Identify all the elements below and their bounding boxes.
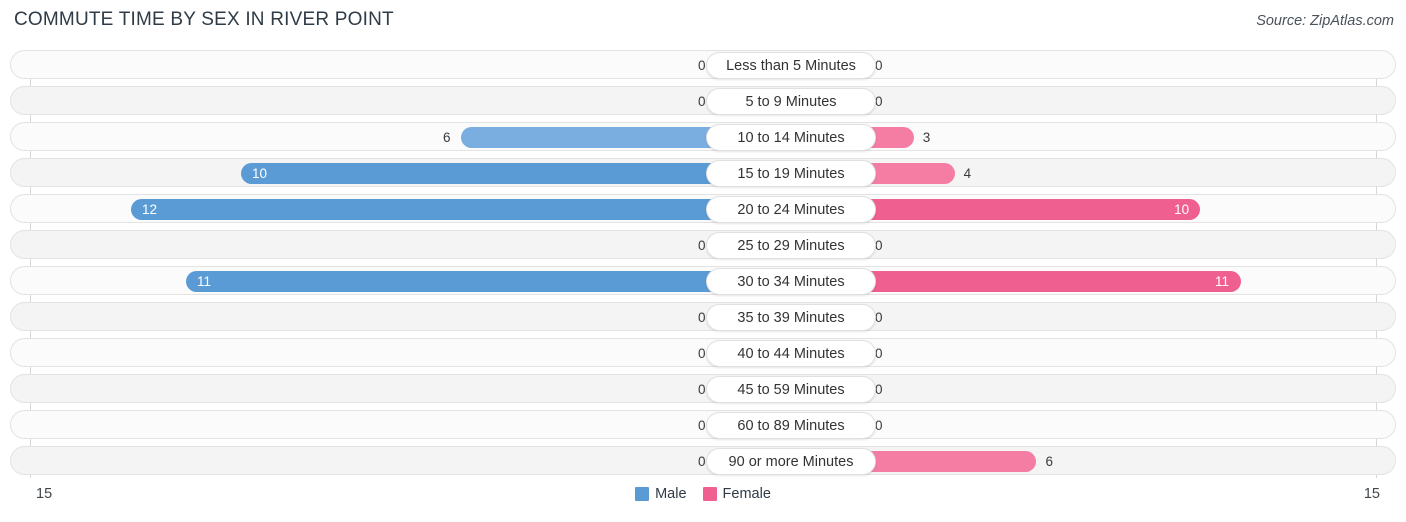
bar-value-female: 3 — [922, 130, 931, 145]
bar-value-female: 0 — [875, 382, 883, 397]
category-label: 45 to 59 Minutes — [706, 376, 876, 403]
table-row: 0 0 25 to 29 Minutes — [10, 230, 1396, 259]
category-label: 25 to 29 Minutes — [706, 232, 876, 259]
chart-plot-area: 0 0 Less than 5 Minutes 0 0 5 to 9 Minutes 6 3 1… — [0, 44, 1406, 481]
bar-value-female: 11 — [1215, 274, 1230, 289]
bar-value-female: 4 — [963, 166, 972, 181]
table-row: 0 0 40 to 44 Minutes — [10, 338, 1396, 367]
chart-footer: 15 15 Male Female — [0, 481, 1406, 522]
bar-value-male: 11 — [197, 274, 212, 289]
category-label: 15 to 19 Minutes — [706, 160, 876, 187]
legend-item-female[interactable]: Female — [702, 486, 771, 502]
bar-value-male: 12 — [142, 202, 158, 217]
table-row: 11 11 30 to 34 Minutes — [10, 266, 1396, 295]
category-label: 60 to 89 Minutes — [706, 412, 876, 439]
bar-male — [186, 271, 791, 292]
bar-value-male: 0 — [698, 58, 706, 73]
table-row: 12 10 20 to 24 Minutes — [10, 194, 1396, 223]
category-label: 90 or more Minutes — [706, 448, 876, 475]
bar-value-female: 10 — [1174, 202, 1190, 217]
category-label: 35 to 39 Minutes — [706, 304, 876, 331]
bar-value-female: 0 — [875, 346, 883, 361]
bar-value-male: 0 — [698, 454, 706, 469]
legend-swatch-icon — [635, 487, 650, 501]
bar-value-male: 0 — [698, 418, 706, 433]
table-row: 0 0 35 to 39 Minutes — [10, 302, 1396, 331]
page-title: COMMUTE TIME BY SEX IN RIVER POINT — [14, 9, 394, 30]
bar-value-male: 6 — [443, 130, 451, 145]
table-row: 10 4 15 to 19 Minutes — [10, 158, 1396, 187]
legend-label: Female — [722, 486, 771, 502]
table-row: 0 6 90 or more Minutes — [10, 446, 1396, 475]
bar-value-male: 10 — [252, 166, 268, 181]
bar-value-female: 0 — [875, 58, 883, 73]
bar-value-male: 0 — [698, 382, 706, 397]
chart-legend: Male Female — [0, 486, 1406, 502]
category-label: 40 to 44 Minutes — [706, 340, 876, 367]
bar-value-male: 0 — [698, 310, 706, 325]
bar-male — [131, 199, 791, 220]
category-label: Less than 5 Minutes — [706, 52, 876, 79]
bar-value-female: 6 — [1045, 454, 1053, 469]
source-attribution: Source: ZipAtlas.com — [1256, 13, 1394, 29]
category-label: 20 to 24 Minutes — [706, 196, 876, 223]
category-label: 30 to 34 Minutes — [706, 268, 876, 295]
bar-value-female: 0 — [875, 238, 883, 253]
legend-label: Male — [655, 486, 687, 502]
bar-value-male: 0 — [698, 238, 706, 253]
category-label: 5 to 9 Minutes — [706, 88, 876, 115]
legend-swatch-icon — [702, 487, 717, 501]
table-row: 0 0 45 to 59 Minutes — [10, 374, 1396, 403]
chart-header: COMMUTE TIME BY SEX IN RIVER POINT Sourc… — [0, 0, 1406, 42]
legend-item-male[interactable]: Male — [635, 486, 687, 502]
bar-value-male: 0 — [698, 94, 706, 109]
table-row: 0 0 60 to 89 Minutes — [10, 410, 1396, 439]
bar-value-female: 0 — [875, 418, 883, 433]
bar-value-female: 0 — [875, 310, 883, 325]
bar-value-male: 0 — [698, 346, 706, 361]
table-row: 0 0 Less than 5 Minutes — [10, 50, 1396, 79]
table-row: 6 3 10 to 14 Minutes — [10, 122, 1396, 151]
table-row: 0 05 to 9 Minutes — [10, 86, 1396, 115]
bar-value-female: 0 — [875, 94, 883, 109]
category-label: 10 to 14 Minutes — [706, 124, 876, 151]
